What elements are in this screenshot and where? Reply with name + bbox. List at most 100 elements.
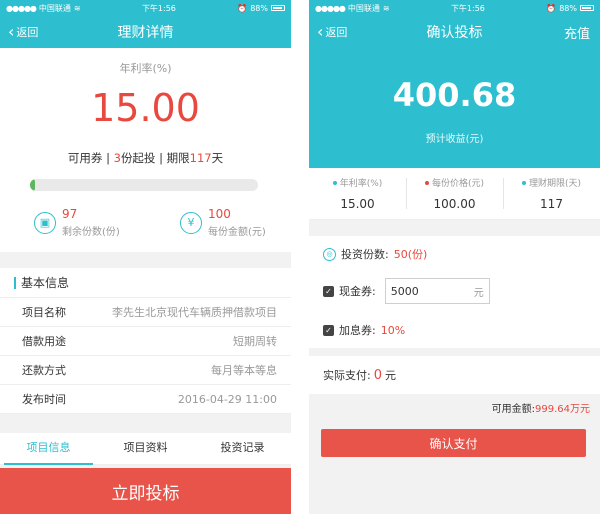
metric-value: 15.00 (340, 197, 375, 211)
meta-divider: | (159, 151, 163, 165)
metric-value: 117 (540, 197, 563, 211)
info-row: 发布时间 2016-04-29 11:00 (0, 385, 291, 414)
term-prefix: 期限 (166, 151, 190, 165)
info-key: 发布时间 (22, 393, 66, 406)
dot-icon (424, 180, 429, 185)
page-title: 理财详情 (117, 25, 174, 41)
confirm-payment-button[interactable]: 确认支付 (321, 429, 586, 457)
metric-label: 年利率(%) (339, 179, 383, 189)
available-unit: 万元 (570, 404, 590, 415)
rate-card: 年利率(%) 15.00 可用券 | 3份起投 | 期限117天 ▣ 97 剩余… (0, 48, 291, 252)
tab-project-docs[interactable]: 项目资料 (97, 433, 194, 464)
section-title: 基本信息 (21, 276, 70, 290)
expected-earnings-caption: 预计收益(元) (425, 134, 484, 145)
nav-bar: ‹ 返回 理财详情 (0, 16, 291, 48)
invest-now-button[interactable]: 立即投标 (0, 468, 291, 514)
term-suffix: 天 (211, 151, 224, 165)
coins-icon: ◎ (323, 247, 336, 261)
cash-coupon-input[interactable]: 5000 元 (384, 278, 490, 304)
bonus-coupon-row: ✓ 加息券: 10% (323, 322, 405, 338)
available-label: 可用金额: (491, 404, 535, 415)
bonus-coupon-label: 加息券: (339, 324, 376, 337)
cash-coupon-row: ✓ 现金券: 5000 元 (323, 278, 490, 304)
status-time: 下午1:56 (141, 3, 176, 13)
min-shares-suffix: 份起投 (120, 151, 156, 165)
section-heading: 基本信息 (0, 268, 291, 298)
stat-value: 97 (62, 207, 78, 221)
metric-rate: 年利率(%) 15.00 (309, 168, 406, 219)
payment-unit: 元 (385, 369, 396, 382)
rate-meta: 可用券 | 3份起投 | 期限117天 (0, 150, 291, 166)
chevron-left-icon: ‹ (8, 22, 15, 41)
info-key: 借款用途 (22, 335, 66, 348)
tab-project-info[interactable]: 项目信息 (0, 433, 97, 465)
cash-coupon-unit: 元 (473, 287, 484, 299)
status-bar: ●●●●● 中国联通 ≋ 下午1:56 ⏰ 88% (309, 0, 600, 16)
shares-value: 50(份) (393, 248, 428, 261)
status-time: 下午1:56 (450, 3, 485, 13)
metric-value: 100.00 (433, 197, 476, 211)
back-button[interactable]: ‹ 返回 (317, 16, 347, 48)
payment-amount: 0 (373, 367, 382, 383)
rate-value: 15.00 (91, 86, 200, 130)
rate-label: 年利率(%) (119, 62, 172, 75)
min-shares: 3 (113, 151, 121, 165)
available-amount: 999.64 (535, 404, 570, 415)
info-row: 项目名称 李先生北京现代车辆质押借款项目 (0, 298, 291, 327)
cash-coupon-checkbox[interactable]: ✓ (323, 285, 334, 297)
available-balance: 可用金额:999.64万元 (492, 400, 590, 415)
phone-left: ●●●●● 中国联通 ≋ 下午1:56 ⏰ 88% ‹ 返回 理财详情 年利率(… (0, 0, 291, 514)
bonus-coupon-value: 10% (380, 323, 406, 337)
shares-row: ◎ 投资份数: 50(份) (323, 246, 427, 262)
alarm-icon: ⏰ (546, 3, 557, 13)
nav-bar: ‹ 返回 确认投标 充值 (309, 16, 600, 48)
back-label: 返回 (16, 26, 39, 39)
carrier: 中国联通 (38, 3, 71, 13)
signal-icon: ●●●●● (315, 3, 346, 13)
detail-tabs: 项目信息 项目资料 投资记录 (0, 433, 291, 465)
info-value: 李先生北京现代车辆质押借款项目 (112, 306, 277, 319)
battery-percent: 88% (559, 3, 577, 13)
metric-label: 每份价格(元) (431, 179, 485, 189)
tab-invest-records[interactable]: 投资记录 (194, 433, 291, 464)
phone-right: ●●●●● 中国联通 ≋ 下午1:56 ⏰ 88% ‹ 返回 确认投标 充值 4… (309, 0, 600, 514)
page-title: 确认投标 (426, 25, 483, 41)
basic-info-section: 基本信息 项目名称 李先生北京现代车辆质押借款项目 借款用途 短期周转 还款方式… (0, 268, 291, 414)
alarm-icon: ⏰ (237, 3, 248, 13)
back-button[interactable]: ‹ 返回 (8, 16, 38, 48)
progress-fill (30, 179, 35, 191)
wifi-icon: ≋ (382, 3, 390, 13)
stat-caption: 每份金额(元) (208, 227, 266, 238)
meta-divider: | (106, 151, 110, 165)
yen-icon: ¥ (180, 211, 202, 234)
cash-coupon-label: 现金券: (339, 285, 376, 298)
signal-icon: ●●●●● (6, 3, 37, 13)
metrics-strip: 年利率(%) 15.00 每份价格(元) 100.00 理财期限(天) 117 (309, 168, 600, 220)
term-days: 117 (189, 151, 212, 165)
carrier: 中国联通 (347, 3, 380, 13)
funding-progress-bar (30, 179, 258, 191)
wifi-icon: ≋ (73, 3, 81, 13)
back-label: 返回 (325, 26, 348, 39)
header-left: ●●●●● 中国联通 ≋ 下午1:56 ⏰ 88% ‹ 返回 理财详情 (0, 0, 291, 48)
cash-coupon-value: 5000 (390, 284, 419, 298)
heading-accent-bar (14, 276, 16, 289)
recharge-button[interactable]: 充值 (564, 16, 590, 48)
info-value: 每月等本等息 (211, 364, 277, 377)
header-right: ●●●●● 中国联通 ≋ 下午1:56 ⏰ 88% ‹ 返回 确认投标 充值 4… (309, 0, 600, 168)
remaining-shares-stat: ▣ 97 剩余份数(份) (34, 207, 120, 238)
metric-price: 每份价格(元) 100.00 (406, 168, 503, 219)
info-key: 项目名称 (22, 306, 66, 319)
info-value: 短期周转 (233, 335, 277, 348)
share-amount-stat: ¥ 100 每份金额(元) (180, 207, 266, 238)
shares-label: 投资份数: (341, 248, 389, 261)
info-key: 还款方式 (22, 364, 66, 377)
status-bar: ●●●●● 中国联通 ≋ 下午1:56 ⏰ 88% (0, 0, 291, 16)
metric-label: 理财期限(天) (528, 179, 582, 189)
document-icon: ▣ (34, 211, 56, 234)
expected-earnings-amount: 400.68 (392, 76, 517, 114)
chevron-left-icon: ‹ (317, 22, 324, 41)
stat-value: 100 (208, 207, 231, 221)
expected-earnings-hero: 400.68 预计收益(元) (309, 48, 600, 168)
bonus-coupon-checkbox[interactable]: ✓ (323, 324, 334, 336)
